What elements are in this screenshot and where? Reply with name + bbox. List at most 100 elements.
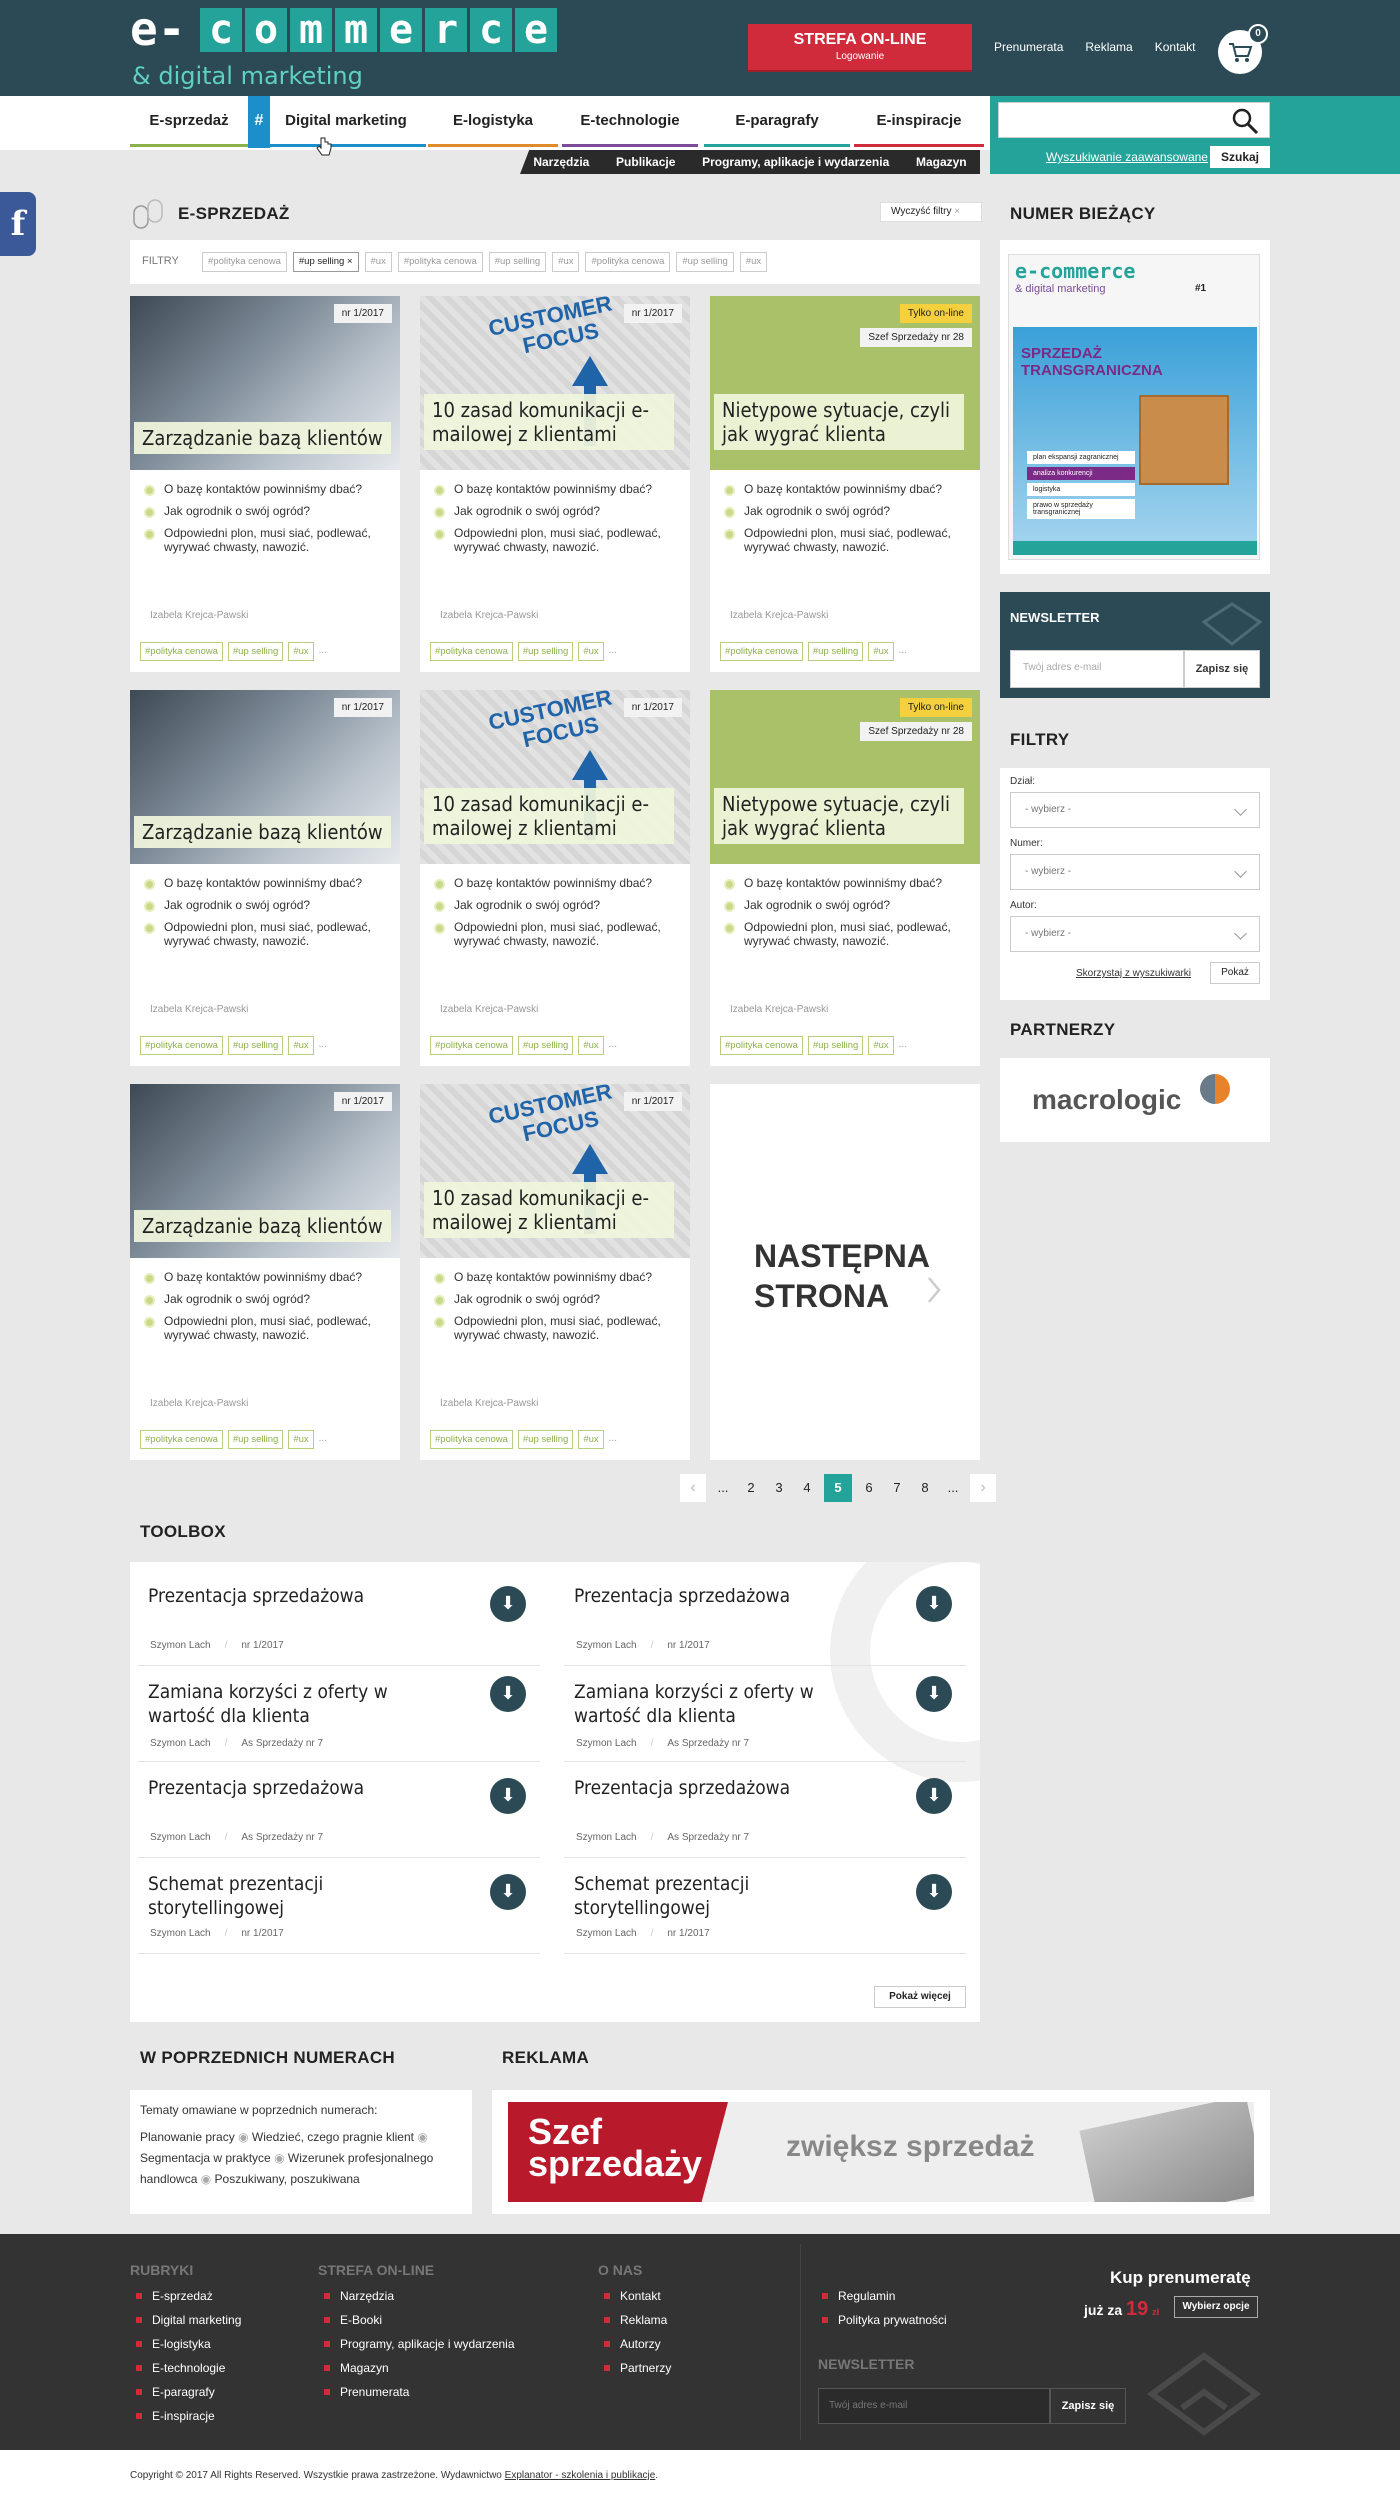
page-link[interactable]: 6: [858, 1474, 880, 1502]
article-tag[interactable]: #up selling: [807, 1036, 864, 1055]
facebook-icon[interactable]: f: [0, 192, 36, 256]
filter-tag[interactable]: #polityka cenowa: [585, 252, 671, 272]
article-card[interactable]: CUSTOMER FOCUS nr 1/2017 10 zasad komunikac…: [420, 690, 690, 1066]
topic-link[interactable]: Poszukiwany, poszukiwana: [215, 2172, 360, 2186]
article-title[interactable]: Zarządzanie bazą klientów: [134, 1210, 391, 1242]
page-link[interactable]: 4: [796, 1474, 818, 1502]
article-card[interactable]: CUSTOMER FOCUS nr 1/2017 10 zasad komunikac…: [420, 1084, 690, 1460]
toolbox-item[interactable]: Prezentacja sprzedażowa Szymon Lach / As Sp…: [564, 1762, 966, 1858]
download-icon[interactable]: ⬇: [490, 1874, 526, 1910]
nav-item-e-paragrafy[interactable]: E-paragrafy: [704, 96, 850, 148]
toolbox-item-title[interactable]: Prezentacja sprzedażowa: [574, 1776, 884, 1800]
page-link[interactable]: 3: [768, 1474, 790, 1502]
article-tag[interactable]: #polityka cenowa: [430, 1430, 513, 1449]
article-tag[interactable]: #ux: [288, 1430, 314, 1449]
article-title[interactable]: 10 zasad komunikacji e-mailowej z klient…: [424, 394, 674, 450]
page-link-current[interactable]: 5: [824, 1474, 852, 1502]
filter-tag[interactable]: #up selling: [488, 252, 547, 272]
article-author[interactable]: Izabela Krejca-Pawski: [440, 610, 538, 621]
subnav-magazyn[interactable]: Magazyn: [916, 155, 967, 169]
topic-link[interactable]: Wiedzieć, czego pragnie klient: [252, 2130, 414, 2144]
filter-tag[interactable]: #ux: [552, 252, 580, 272]
download-icon[interactable]: ⬇: [916, 1874, 952, 1910]
nav-item-e-technologie[interactable]: E-technologie: [562, 96, 698, 148]
partner-box[interactable]: macrologic: [1000, 1058, 1270, 1142]
article-tag[interactable]: #polityka cenowa: [720, 642, 803, 661]
article-tag[interactable]: #up selling: [227, 1430, 284, 1449]
filter-tag[interactable]: #ux: [364, 252, 392, 272]
page-link[interactable]: 2: [740, 1474, 762, 1502]
next-page-card[interactable]: NASTĘPNA STRONA: [710, 1084, 980, 1460]
article-tag[interactable]: #up selling: [227, 1036, 284, 1055]
download-icon[interactable]: ⬇: [490, 1676, 526, 1712]
toolbox-item-title[interactable]: Schemat prezentacji storytellingowej: [148, 1872, 458, 1920]
article-title[interactable]: Nietypowe sytuacje, czyli jak wygrać kli…: [714, 788, 964, 844]
article-tag[interactable]: #polityka cenowa: [140, 1036, 223, 1055]
footer-link[interactable]: E-paragrafy: [130, 2380, 241, 2404]
article-tag[interactable]: #up selling: [517, 1430, 574, 1449]
footer-link[interactable]: Digital marketing: [130, 2308, 241, 2332]
use-search-link[interactable]: Skorzystaj z wyszukiwarki: [1076, 968, 1191, 979]
footer-link[interactable]: Prenumerata: [318, 2380, 515, 2404]
filter-tag[interactable]: #up selling: [676, 252, 734, 272]
filter-tag[interactable]: #polityka cenowa: [202, 252, 287, 272]
search-button[interactable]: Szukaj: [1210, 146, 1270, 168]
article-tag[interactable]: #ux: [578, 1430, 604, 1449]
toolbox-item[interactable]: Prezentacja sprzedażowa Szymon Lach / As Sp…: [138, 1762, 540, 1858]
article-card[interactable]: nr 1/2017 Zarządzanie bazą klientów O bazę…: [130, 296, 400, 672]
topic-link[interactable]: Planowanie pracy: [140, 2130, 235, 2144]
toolbox-item-title[interactable]: Zamiana korzyści z oferty w wartość dla …: [148, 1680, 458, 1728]
toolbox-item-title[interactable]: Prezentacja sprzedażowa: [148, 1584, 458, 1608]
article-tag[interactable]: #ux: [868, 642, 894, 661]
dzial-select[interactable]: - wybierz -: [1010, 792, 1260, 828]
strefa-online-button[interactable]: STREFA ON-LINE Logowanie: [748, 24, 972, 70]
article-tag[interactable]: #polityka cenowa: [140, 1430, 223, 1449]
article-title[interactable]: Nietypowe sytuacje, czyli jak wygrać kli…: [714, 394, 964, 450]
footer-link[interactable]: E-logistyka: [130, 2332, 241, 2356]
article-tag[interactable]: #ux: [578, 642, 604, 661]
article-author[interactable]: Izabela Krejca-Pawski: [730, 1004, 828, 1015]
article-title[interactable]: Zarządzanie bazą klientów: [134, 816, 391, 848]
footer-link[interactable]: E-sprzedaż: [130, 2284, 241, 2308]
article-author[interactable]: Izabela Krejca-Pawski: [150, 1398, 248, 1409]
footer-link[interactable]: Narzędzia: [318, 2284, 515, 2308]
page-link[interactable]: 7: [886, 1474, 908, 1502]
footer-link[interactable]: Partnerzy: [598, 2356, 671, 2380]
prev-page-button[interactable]: ‹: [680, 1474, 706, 1502]
topic-link[interactable]: Segmentacja w praktyce: [140, 2151, 271, 2165]
nav-item-e-inspiracje[interactable]: E-inspiracje: [854, 96, 984, 148]
search-icon[interactable]: [1230, 106, 1260, 136]
choose-option-button[interactable]: Wybierz opcje: [1174, 2296, 1258, 2318]
show-more-button[interactable]: Pokaż więcej: [874, 1986, 966, 2008]
article-tag[interactable]: #ux: [288, 1036, 314, 1055]
toolbox-item-title[interactable]: Zamiana korzyści z oferty w wartość dla …: [574, 1680, 884, 1728]
newsletter-email-input[interactable]: Twój adres e-mail: [1010, 650, 1184, 688]
show-button[interactable]: Pokaż: [1210, 962, 1260, 984]
article-title[interactable]: 10 zasad komunikacji e-mailowej z klient…: [424, 788, 674, 844]
nav-item-e-sprzedaz[interactable]: E-sprzedaż: [130, 96, 248, 148]
download-icon[interactable]: ⬇: [916, 1778, 952, 1814]
article-title[interactable]: 10 zasad komunikacji e-mailowej z klient…: [424, 1182, 674, 1238]
article-card[interactable]: nr 1/2017 Zarządzanie bazą klientów O bazę…: [130, 690, 400, 1066]
toolbox-item[interactable]: Zamiana korzyści z oferty w wartość dla …: [564, 1666, 966, 1762]
footer-link[interactable]: Programy, aplikacje i wydarzenia: [318, 2332, 515, 2356]
toolbox-item[interactable]: Zamiana korzyści z oferty w wartość dla …: [138, 1666, 540, 1762]
footer-link[interactable]: Kontakt: [598, 2284, 671, 2308]
filter-tag[interactable]: #polityka cenowa: [397, 252, 483, 272]
toolbox-item[interactable]: Schemat prezentacji storytellingowej Szym…: [564, 1858, 966, 1954]
site-logo[interactable]: e- c o m m e r c e & digital marketing: [130, 6, 590, 90]
footer-link[interactable]: E-inspiracje: [130, 2404, 241, 2428]
publisher-link[interactable]: Explanator - szkolenia i publikacje: [505, 2470, 656, 2481]
article-tag[interactable]: #ux: [868, 1036, 894, 1055]
toolbox-item-title[interactable]: Prezentacja sprzedażowa: [574, 1584, 884, 1608]
footer-link[interactable]: Reklama: [598, 2308, 671, 2332]
filter-tag[interactable]: #ux: [739, 252, 768, 272]
article-tag[interactable]: #up selling: [517, 642, 574, 661]
article-tag[interactable]: #up selling: [227, 642, 284, 661]
toolbox-item-title[interactable]: Schemat prezentacji storytellingowej: [574, 1872, 884, 1920]
toolbox-item-title[interactable]: Prezentacja sprzedażowa: [148, 1776, 458, 1800]
download-icon[interactable]: ⬇: [916, 1676, 952, 1712]
footer-link[interactable]: E-technologie: [130, 2356, 241, 2380]
newsletter-subscribe-button[interactable]: Zapisz się: [1184, 650, 1260, 688]
article-card[interactable]: Tylko on-line Szef Sprzedaży nr 28 Nietypo…: [710, 690, 980, 1066]
